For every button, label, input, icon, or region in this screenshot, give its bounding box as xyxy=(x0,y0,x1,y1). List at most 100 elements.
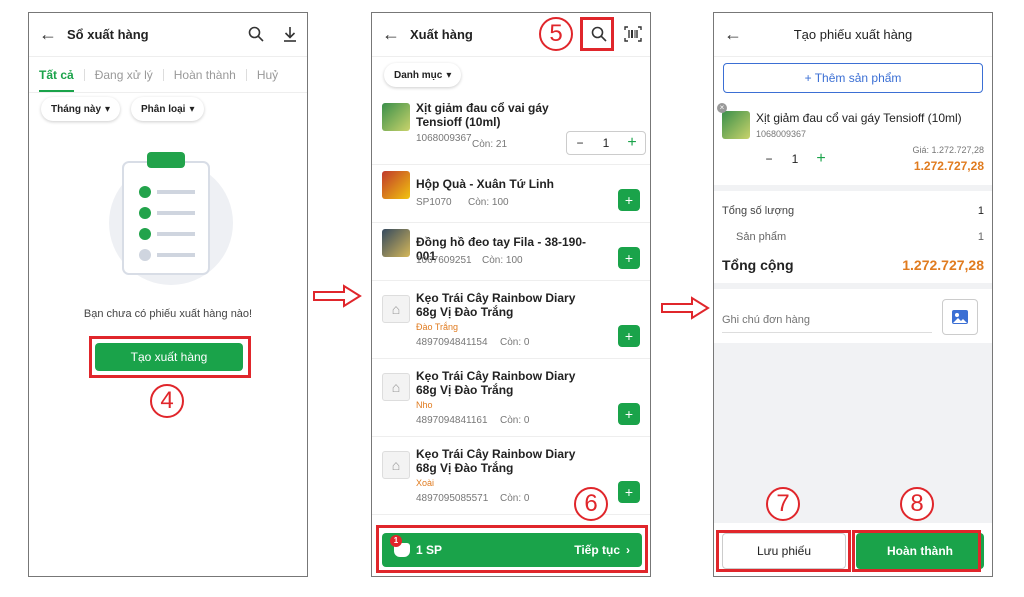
add-product-button[interactable]: + xyxy=(618,247,640,269)
product-code: 4897094841161 xyxy=(416,415,488,426)
product-image xyxy=(382,229,410,257)
add-product-button[interactable]: + xyxy=(618,325,640,347)
product-name: Hộp Quà - Xuân Tứ Linh xyxy=(416,177,555,191)
status-tabs: Tất cả Đang xử lý Hoàn thành Huỷ xyxy=(29,57,307,93)
empty-state-text: Bạn chưa có phiếu xuất hàng nào! xyxy=(83,308,253,320)
back-arrow-icon[interactable]: ← xyxy=(382,24,410,45)
tab-cancelled[interactable]: Huỷ xyxy=(247,57,288,92)
product-stock: Còn: 0 xyxy=(500,493,530,504)
tab-all[interactable]: Tất cả xyxy=(29,57,84,92)
product-image xyxy=(722,111,750,139)
list-item[interactable]: Đồng hồ đeo tay Fila - 38-190-001 106760… xyxy=(372,223,650,281)
list-item[interactable]: Xịt giảm đau cổ vai gáy Tensioff (10ml) … xyxy=(372,97,650,165)
filter-category-label: Phân loại xyxy=(141,103,186,115)
list-item[interactable]: ⌂ Kẹo Trái Cây Rainbow Diary 68g Vị Đào … xyxy=(372,281,650,359)
category-filter[interactable]: Danh mục ▾ xyxy=(384,63,462,87)
product-name: Xịt giảm đau cổ vai gáy Tensioff (10ml) xyxy=(756,111,962,125)
highlight-frame xyxy=(716,530,851,572)
page-title: Tạo phiếu xuất hàng xyxy=(793,27,913,42)
header: ← Tạo phiếu xuất hàng xyxy=(714,13,992,57)
step-number-4: 4 xyxy=(150,384,184,418)
list-item[interactable]: ⌂ Kẹo Trái Cây Rainbow Diary 68g Vị Đào … xyxy=(372,359,650,437)
products-label: Sản phẩm xyxy=(736,231,787,243)
caret-down-icon: ▾ xyxy=(446,69,452,81)
unit-price: Giá: 1.272.727,28 xyxy=(912,145,984,155)
quantity-stepper[interactable]: − 1 + xyxy=(756,147,834,171)
highlight-frame xyxy=(580,17,614,51)
product-stock: Còn: 21 xyxy=(472,139,508,150)
add-product-button[interactable]: + xyxy=(618,189,640,211)
flow-arrow-icon xyxy=(312,284,362,313)
product-name: Kẹo Trái Cây Rainbow Diary 68g Vị Đào Tr… xyxy=(416,369,576,397)
product-image xyxy=(382,171,410,199)
highlight-frame xyxy=(852,530,981,572)
highlight-frame xyxy=(89,336,251,378)
filter-month[interactable]: Tháng này ▾ xyxy=(41,97,121,121)
product-stock: Còn: 0 xyxy=(500,415,530,426)
screen-stock-out-book: ← Sổ xuất hàng Tất cả Đang xử lý Hoàn th… xyxy=(28,12,308,577)
plus-icon[interactable]: + xyxy=(619,134,645,152)
tab-processing[interactable]: Đang xử lý xyxy=(85,57,163,92)
quantity-value: 1 xyxy=(791,152,799,166)
category-filter-label: Danh mục xyxy=(394,69,443,81)
product-name: Xịt giảm đau cổ vai gáy Tensioff (10ml) xyxy=(416,101,549,129)
caret-down-icon: ▾ xyxy=(189,103,195,115)
product-name: Kẹo Trái Cây Rainbow Diary 68g Vị Đào Tr… xyxy=(416,447,576,475)
grand-total-value: 1.272.727,28 xyxy=(902,257,984,273)
page-title: Xuất hàng xyxy=(410,27,473,42)
list-item[interactable]: ⌂ Kẹo Trái Cây Rainbow Diary 68g Vị Đào … xyxy=(372,437,650,515)
divider xyxy=(714,283,992,289)
step-number-7: 7 xyxy=(766,487,800,521)
add-product-button[interactable]: + xyxy=(618,403,640,425)
products-value: 1 xyxy=(977,231,984,243)
placeholder-image-icon: ⌂ xyxy=(382,295,410,323)
screen-create-stock-out-slip: ← Tạo phiếu xuất hàng + Thêm sản phẩm × … xyxy=(713,12,993,577)
product-code: 1067609251 xyxy=(416,255,472,266)
product-stock: Còn: 100 xyxy=(482,255,523,266)
step-number-5: 5 xyxy=(539,17,573,51)
divider xyxy=(714,185,992,191)
placeholder-image-icon: ⌂ xyxy=(382,373,410,401)
caret-down-icon: ▾ xyxy=(105,103,111,115)
screen-stock-out: ← Xuất hàng Danh mục ▾ Xịt giảm đau cổ va… xyxy=(371,12,651,577)
order-note-input[interactable] xyxy=(722,307,932,333)
plus-icon[interactable]: + xyxy=(808,150,834,168)
remove-icon[interactable]: × xyxy=(717,103,727,113)
cart-item: × Xịt giảm đau cổ vai gáy Tensioff (10ml… xyxy=(714,99,992,183)
list-item[interactable]: Hộp Quà - Xuân Tứ Linh SP1070 Còn: 100 + xyxy=(372,165,650,223)
step-number-8: 8 xyxy=(900,487,934,521)
product-variant: Xoài xyxy=(416,478,435,488)
product-stock: Còn: 100 xyxy=(468,197,509,208)
quantity-stepper[interactable]: − 1 + xyxy=(566,131,646,155)
image-icon[interactable] xyxy=(942,299,978,335)
total-qty-label: Tổng số lượng xyxy=(722,205,795,217)
add-product-button[interactable]: + xyxy=(618,481,640,503)
minus-icon[interactable]: − xyxy=(756,152,782,166)
search-icon[interactable] xyxy=(245,23,267,45)
filter-month-label: Tháng này xyxy=(51,103,102,115)
minus-icon[interactable]: − xyxy=(567,136,593,150)
product-code: 4897094841154 xyxy=(416,337,488,348)
clipboard-illustration xyxy=(99,148,239,293)
product-code: 4897095085571 xyxy=(416,493,489,504)
barcode-icon[interactable] xyxy=(622,23,644,45)
line-total: 1.272.727,28 xyxy=(913,159,984,173)
grand-total-label: Tổng cộng xyxy=(722,257,794,273)
product-image xyxy=(382,103,410,131)
step-number-6: 6 xyxy=(574,487,608,521)
page-title: Sổ xuất hàng xyxy=(67,27,149,42)
placeholder-image-icon: ⌂ xyxy=(382,451,410,479)
highlight-frame xyxy=(376,525,648,573)
total-qty-value: 1 xyxy=(977,205,984,217)
download-icon[interactable] xyxy=(279,23,301,45)
product-stock: Còn: 0 xyxy=(500,337,530,348)
product-code: SP1070 xyxy=(416,197,452,208)
back-arrow-icon[interactable]: ← xyxy=(724,24,752,45)
tab-completed[interactable]: Hoàn thành xyxy=(164,57,246,92)
product-code: 1068009367 xyxy=(756,129,807,139)
add-product-button[interactable]: + Thêm sản phẩm xyxy=(723,63,983,93)
flow-arrow-icon xyxy=(660,296,710,325)
filter-category[interactable]: Phân loại ▾ xyxy=(131,97,205,121)
product-variant: Đào Trắng xyxy=(416,322,459,332)
back-arrow-icon[interactable]: ← xyxy=(39,24,67,45)
